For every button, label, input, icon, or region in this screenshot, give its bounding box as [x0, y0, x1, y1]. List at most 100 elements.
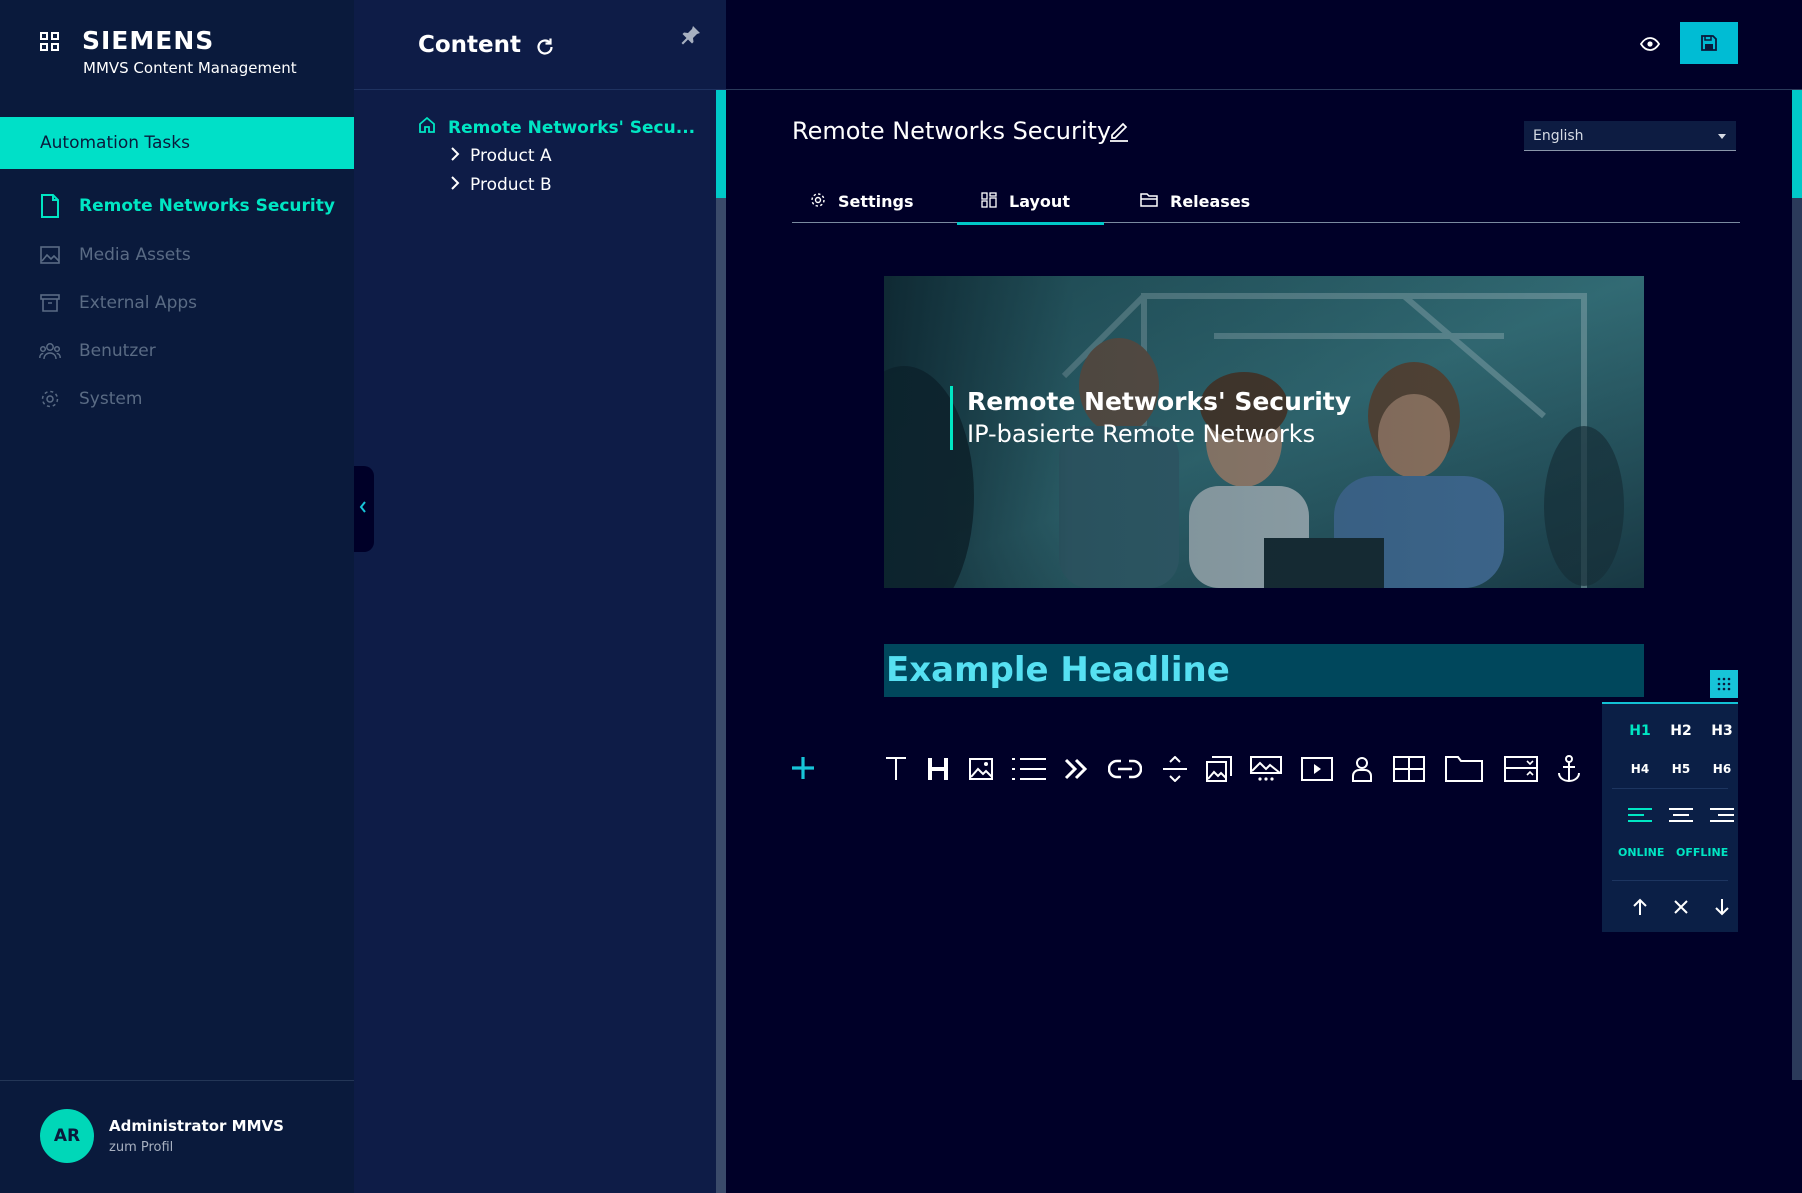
tree-header: Content	[354, 0, 726, 90]
divider-icon[interactable]	[1155, 748, 1195, 790]
tab-label: Releases	[1170, 192, 1251, 211]
language-select[interactable]: English	[1524, 121, 1736, 151]
preview-eye-icon[interactable]	[1636, 30, 1664, 58]
close-icon[interactable]	[1661, 892, 1701, 922]
tree-title: Content	[418, 32, 522, 58]
heading-level-h4[interactable]: H4	[1620, 754, 1660, 784]
panel-divider	[1612, 788, 1728, 789]
editor-area: Remote Networks Security English Setting…	[726, 0, 1802, 1193]
tree-item-product-b[interactable]: Product B	[450, 175, 552, 195]
hero-caption: Remote Networks' Security IP-basierte Re…	[950, 386, 1351, 450]
gear-icon	[810, 192, 838, 212]
tab-label: Settings	[838, 192, 914, 211]
tab-releases[interactable]: Releases	[1140, 180, 1250, 223]
drag-handle-icon[interactable]	[1710, 670, 1738, 698]
anchor-icon[interactable]	[1549, 748, 1589, 790]
offline-toggle[interactable]: OFFLINE	[1676, 846, 1728, 859]
image-icon[interactable]	[961, 748, 1001, 790]
page-title: Remote Networks Security	[792, 117, 1112, 145]
profile-link[interactable]: zum Profil	[109, 1140, 173, 1155]
heading-icon[interactable]	[918, 748, 958, 790]
align-center-icon[interactable]	[1661, 800, 1701, 830]
brand-logo: SIEMENS	[82, 26, 215, 55]
collapse-tree-button[interactable]	[354, 466, 374, 552]
quote-icon[interactable]	[1056, 748, 1096, 790]
align-right-icon[interactable]	[1702, 800, 1742, 830]
hero-image-block[interactable]: Remote Networks' Security IP-basierte Re…	[884, 276, 1644, 588]
accordion-icon[interactable]	[1501, 748, 1541, 790]
profile-name: Administrator MMVS	[109, 1117, 284, 1135]
heading-level-h6[interactable]: H6	[1702, 754, 1742, 784]
sidebar-item-label: External Apps	[79, 293, 198, 313]
sidebar-item-label: Benutzer	[79, 341, 156, 361]
chevron-down-icon	[1718, 134, 1726, 139]
save-button[interactable]	[1680, 22, 1738, 64]
content-tree-panel: Content Remote Networks' Secu... Product…	[354, 0, 726, 1193]
language-value: English	[1533, 128, 1584, 144]
image-icon	[38, 243, 62, 267]
profile-section[interactable]: AR Administrator MMVS zum Profil	[0, 1080, 354, 1193]
sidebar-item-remote-networks-security[interactable]: Remote Networks Security	[0, 186, 354, 226]
tree-item-label: Product B	[470, 175, 552, 195]
users-icon	[38, 339, 62, 363]
tree-item-label: Product A	[470, 146, 552, 166]
text-icon[interactable]	[876, 748, 916, 790]
tab-layout[interactable]: Layout	[957, 180, 1104, 225]
hero-title: Remote Networks' Security	[967, 387, 1352, 416]
top-bar	[726, 0, 1802, 90]
automation-tasks-button[interactable]: Automation Tasks	[0, 117, 354, 169]
heading-level-h2[interactable]: H2	[1661, 716, 1701, 746]
app-window: SIEMENS MMVS Content Management Automati…	[0, 0, 1802, 1193]
chevron-right-icon[interactable]	[450, 175, 470, 195]
move-up-icon[interactable]	[1620, 892, 1660, 922]
sidebar-item-label: Remote Networks Security	[79, 196, 335, 216]
home-icon	[418, 116, 448, 139]
tree-scrollbar[interactable]	[716, 90, 726, 1193]
chevron-right-icon[interactable]	[450, 146, 470, 166]
sidebar-item-label: System	[79, 389, 143, 409]
sidebar-item-benutzer[interactable]: Benutzer	[0, 331, 354, 371]
list-icon[interactable]	[1009, 748, 1049, 790]
tree-item-root[interactable]: Remote Networks' Secu...	[418, 116, 695, 139]
move-down-icon[interactable]	[1702, 892, 1742, 922]
person-icon[interactable]	[1342, 748, 1382, 790]
tab-label: Layout	[1009, 192, 1070, 211]
tree-item-label: Remote Networks' Secu...	[448, 117, 696, 138]
sidebar-item-external-apps[interactable]: External Apps	[0, 283, 354, 323]
tree-item-product-a[interactable]: Product A	[450, 146, 552, 166]
document-icon	[38, 194, 62, 218]
editor-scrollbar-thumb[interactable]	[1792, 90, 1802, 198]
heading-level-h3[interactable]: H3	[1702, 716, 1742, 746]
layout-icon	[981, 191, 1009, 212]
gear-icon	[38, 387, 62, 411]
editor-scrollbar[interactable]	[1792, 90, 1802, 1080]
table-icon[interactable]	[1389, 748, 1429, 790]
folder-icon[interactable]	[1444, 748, 1484, 790]
tab-settings[interactable]: Settings	[810, 180, 914, 223]
gallery-icon[interactable]	[1199, 748, 1239, 790]
archive-icon	[38, 291, 62, 315]
edit-title-icon[interactable]	[1108, 120, 1130, 142]
refresh-icon[interactable]	[534, 36, 556, 58]
heading-level-h1[interactable]: H1	[1620, 716, 1660, 746]
sidebar-item-system[interactable]: System	[0, 379, 354, 419]
carousel-icon[interactable]	[1246, 748, 1286, 790]
tree-scrollbar-thumb[interactable]	[716, 90, 726, 198]
online-toggle[interactable]: ONLINE	[1618, 846, 1664, 859]
align-left-icon[interactable]	[1620, 800, 1660, 830]
add-block-icon[interactable]	[788, 753, 818, 783]
app-launcher-icon[interactable]	[40, 32, 60, 52]
folder-icon	[1140, 192, 1170, 211]
headline-block[interactable]: Example Headline	[884, 644, 1644, 697]
editor-tabs: Settings Layout Releases	[792, 180, 1740, 225]
avatar[interactable]: AR	[40, 1109, 94, 1163]
save-icon	[1701, 35, 1717, 51]
hero-subtitle: IP-basierte Remote Networks	[967, 420, 1316, 448]
sidebar-item-media-assets[interactable]: Media Assets	[0, 235, 354, 275]
sidebar: SIEMENS MMVS Content Management Automati…	[0, 0, 354, 1193]
panel-divider	[1612, 880, 1728, 881]
heading-level-h5[interactable]: H5	[1661, 754, 1701, 784]
pin-icon[interactable]	[680, 24, 702, 46]
link-icon[interactable]	[1105, 748, 1145, 790]
video-icon[interactable]	[1297, 748, 1337, 790]
